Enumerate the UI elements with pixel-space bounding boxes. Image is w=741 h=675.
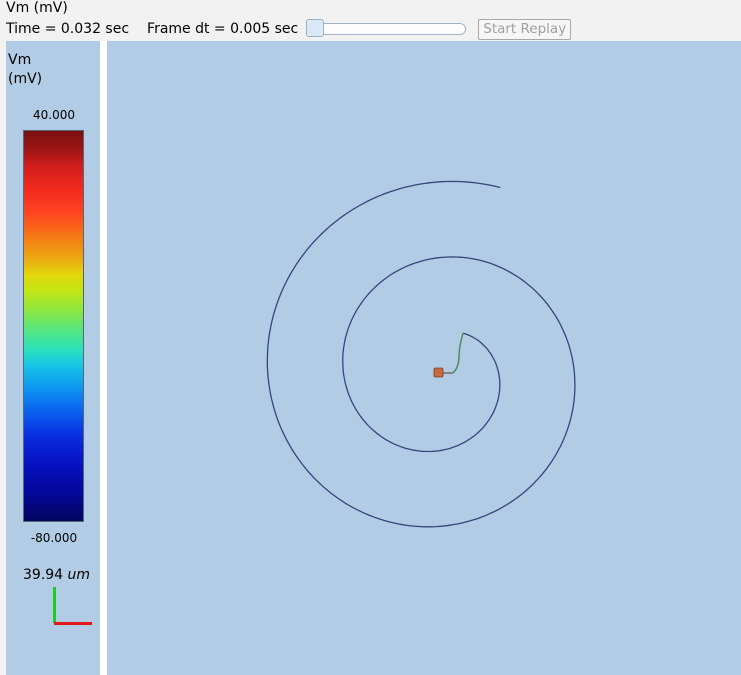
time-slider-thumb[interactable]	[306, 19, 325, 37]
soma-marker	[433, 367, 444, 378]
panel-divider	[100, 41, 107, 675]
colorbar-label: Vm (mV)	[8, 52, 43, 87]
neuron-render	[266, 180, 576, 528]
y-axis-indicator	[53, 587, 56, 623]
time-readout: Time = 0.032 sec	[6, 21, 130, 37]
3d-viewport[interactable]	[107, 41, 741, 675]
start-replay-button[interactable]: Start Replay	[478, 18, 572, 40]
colorbar-panel: Vm (mV) 40.000 -80.000 39.94 um	[6, 41, 100, 675]
frame-dt-readout: Frame dt = 0.005 sec	[147, 21, 299, 37]
dendrite-tip-segment	[452, 332, 464, 374]
plot-title: Vm (mV)	[6, 0, 68, 16]
colorbar-gradient	[23, 130, 84, 522]
replay-controls: Time = 0.032 sec Frame dt = 0.005 sec St…	[6, 18, 572, 40]
x-axis-indicator	[54, 622, 92, 625]
scale-bar-label: 39.94 um	[23, 567, 91, 583]
colorbar-max-label: 40.000	[33, 108, 75, 122]
spiral-dendrite	[266, 180, 576, 528]
time-slider[interactable]	[306, 19, 467, 37]
colorbar-min-label: -80.000	[30, 531, 78, 545]
